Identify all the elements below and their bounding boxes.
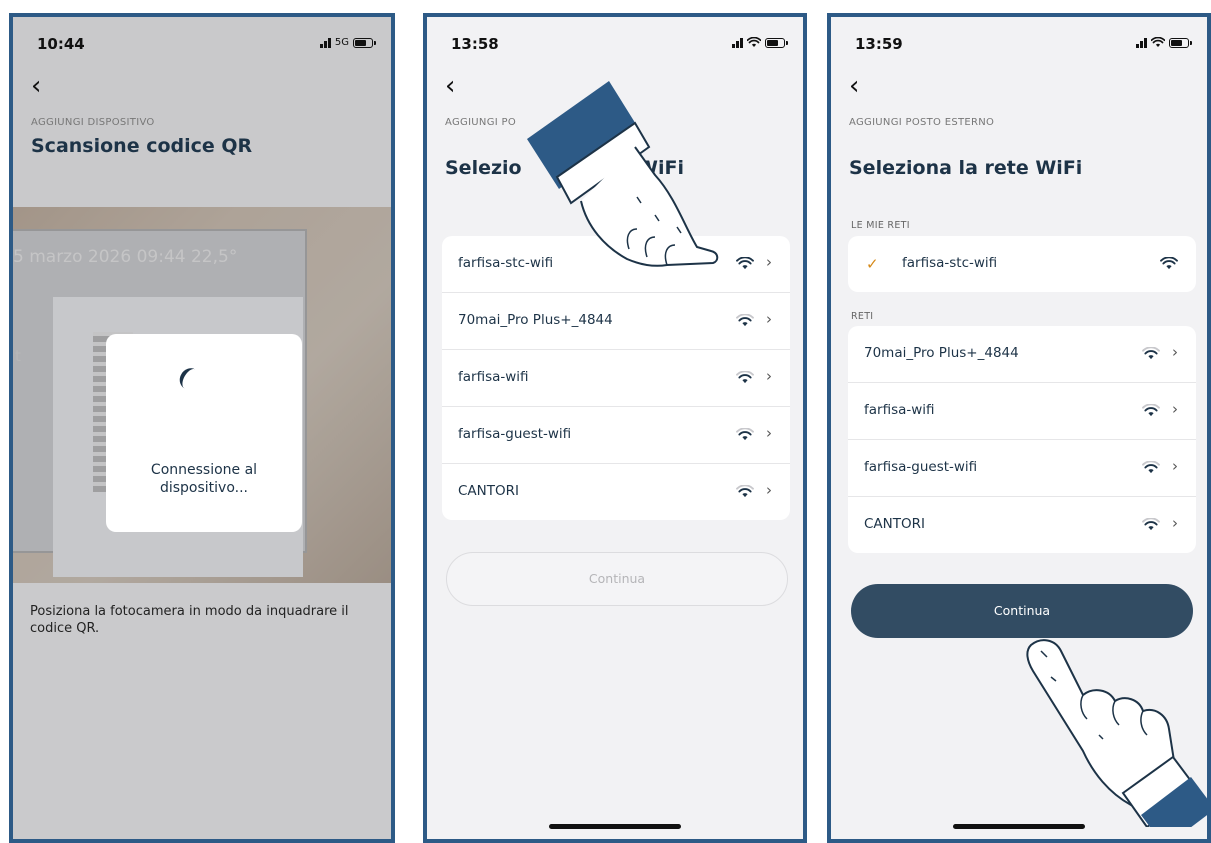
network-row[interactable]: farfisa-guest-wifi ›: [848, 440, 1196, 497]
signal-icon: [732, 37, 743, 48]
network-name: farfisa-wifi: [458, 369, 529, 385]
page-overline: AGGIUNGI POSTO ESTERNO: [849, 117, 995, 128]
status-icons: 5G: [319, 37, 376, 48]
network-row[interactable]: CANTORI ›: [442, 464, 790, 520]
network-list: 70mai_Pro Plus+_4844 › farfisa-wifi › fa…: [848, 326, 1196, 553]
back-button[interactable]: ‹: [445, 73, 455, 99]
network-name: CANTORI: [864, 516, 925, 532]
network-name: farfisa-guest-wifi: [458, 426, 572, 442]
phone-wifi-select-confirm: 13:59 ‹ AGGIUNGI POSTO ESTERNO Seleziona…: [827, 13, 1211, 843]
signal-icon: [319, 37, 331, 48]
page-title: Seleziona la rete WiFi: [849, 157, 1083, 179]
wifi-signal-icon: [736, 485, 754, 498]
modal-text: Connessione al dispositivo...: [106, 461, 302, 497]
loading-spinner-icon: [175, 364, 205, 394]
network-row[interactable]: farfisa-guest-wifi ›: [442, 407, 790, 464]
my-network-card: ✓ farfisa-stc-wifi: [848, 236, 1196, 292]
chevron-right-icon: ›: [1172, 514, 1178, 532]
chevron-right-icon: ›: [766, 424, 772, 442]
chevron-right-icon: ›: [766, 367, 772, 385]
network-name: 70mai_Pro Plus+_4844: [864, 345, 1019, 361]
status-icons: [1136, 37, 1192, 48]
instruction-text: Posiziona la fotocamera in modo da inqua…: [30, 604, 349, 636]
battery-icon: [765, 37, 788, 48]
wifi-signal-icon: [736, 257, 754, 270]
wifi-signal-icon: [736, 371, 754, 384]
network-type: 5G: [334, 37, 349, 48]
status-time: 10:44: [37, 35, 85, 53]
network-row[interactable]: farfisa-wifi ›: [848, 383, 1196, 440]
network-row[interactable]: 70mai_Pro Plus+_4844 ›: [848, 326, 1196, 383]
status-time: 13:58: [451, 35, 499, 53]
pointing-hand-icon: [527, 81, 719, 267]
networks-header: RETI: [851, 311, 874, 322]
network-row[interactable]: CANTORI ›: [848, 497, 1196, 553]
wifi-status-icon: [747, 37, 761, 48]
wifi-signal-icon: [1160, 257, 1178, 270]
network-name: farfisa-stc-wifi: [902, 255, 998, 271]
chevron-right-icon: ›: [766, 310, 772, 328]
network-name: CANTORI: [458, 483, 519, 499]
status-bar: 10:44 5G: [13, 35, 391, 55]
signal-icon: [1136, 37, 1147, 48]
tapping-hand-icon: [1026, 639, 1207, 827]
chevron-right-icon: ›: [1172, 400, 1178, 418]
chevron-right-icon: ›: [766, 253, 772, 271]
status-bar: 13:58: [427, 35, 803, 55]
network-name: farfisa-wifi: [864, 402, 935, 418]
chevron-right-icon: ›: [766, 481, 772, 499]
wifi-status-icon: [1151, 37, 1165, 48]
phone-qr-scan: 10:44 5G ‹ AGGIUNGI DISPOSITIVO Scansion…: [9, 13, 395, 843]
wifi-signal-icon: [1142, 461, 1160, 474]
chevron-right-icon: ›: [1172, 343, 1178, 361]
my-network-row[interactable]: ✓ farfisa-stc-wifi: [848, 236, 1196, 292]
status-bar: 13:59: [831, 35, 1207, 55]
status-icons: [732, 37, 788, 48]
page-title: Scansione codice QR: [31, 135, 253, 157]
connecting-modal: Connessione al dispositivo...: [106, 334, 302, 532]
phone-wifi-select-pointing: 13:58 ‹ AGGIUNGI PO Selezio WiFi farfisa…: [423, 13, 807, 843]
back-button[interactable]: ‹: [31, 73, 41, 99]
wifi-signal-icon: [1142, 404, 1160, 417]
network-row[interactable]: farfisa-wifi ›: [442, 350, 790, 407]
my-networks-header: LE MIE RETI: [851, 220, 910, 231]
back-button[interactable]: ‹: [849, 73, 859, 99]
home-indicator: [549, 824, 681, 829]
wifi-signal-icon: [736, 428, 754, 441]
wifi-signal-icon: [736, 314, 754, 327]
network-name: farfisa-guest-wifi: [864, 459, 978, 475]
modal-text-line-2: dispositivo...: [159, 480, 249, 496]
battery-icon: [1169, 37, 1192, 48]
network-name: 70mai_Pro Plus+_4844: [458, 312, 613, 328]
status-time: 13:59: [855, 35, 903, 53]
chevron-right-icon: ›: [1172, 457, 1178, 475]
page-overline: AGGIUNGI DISPOSITIVO: [31, 117, 155, 128]
continue-button-disabled[interactable]: Continua: [446, 552, 788, 606]
page-overline: AGGIUNGI PO: [445, 117, 516, 128]
wifi-signal-icon: [1142, 347, 1160, 360]
wifi-signal-icon: [1142, 518, 1160, 531]
modal-text-line-1: Connessione al: [150, 462, 258, 478]
network-row[interactable]: 70mai_Pro Plus+_4844 ›: [442, 293, 790, 350]
battery-icon: [353, 37, 376, 48]
page-title-left: Selezio: [445, 157, 522, 179]
check-icon: ✓: [866, 255, 879, 273]
